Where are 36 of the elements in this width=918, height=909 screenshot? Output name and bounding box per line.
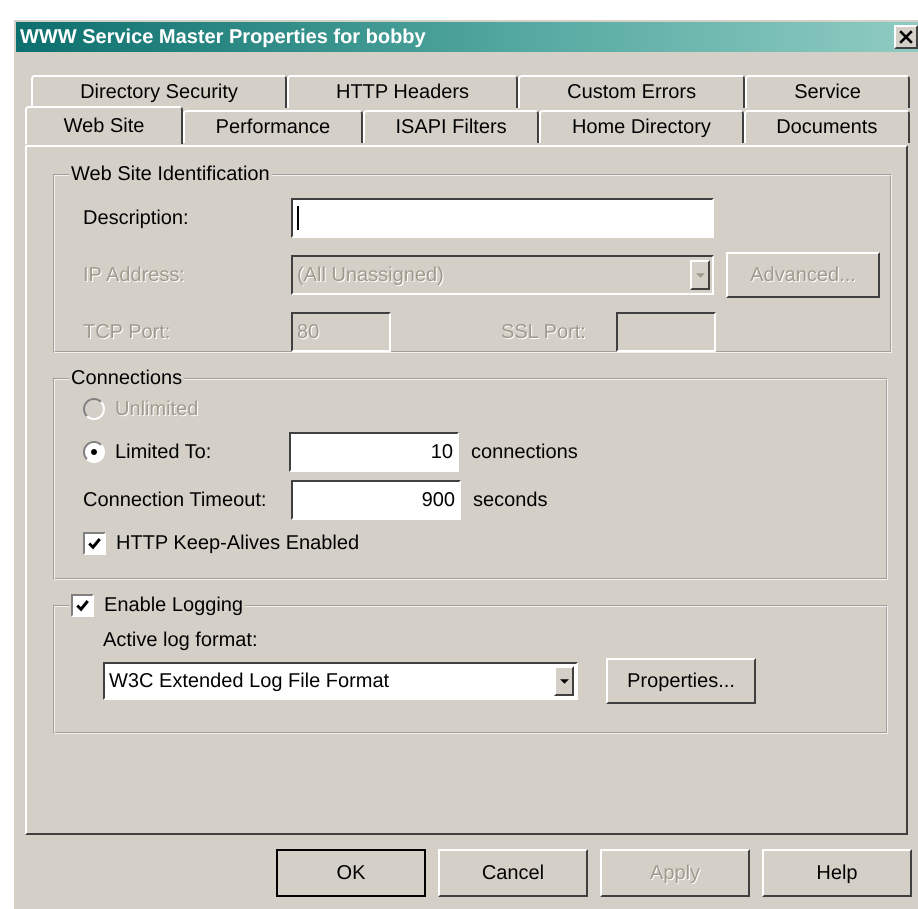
tab[interactable]: Web Site (25, 106, 183, 144)
group-title: Connections (70, 367, 184, 390)
timeout-field[interactable]: 900 (291, 480, 461, 520)
dropdown-arrow-icon (560, 678, 568, 684)
field-label: Active log format: (103, 629, 259, 652)
dialog-button[interactable]: OK (276, 849, 426, 897)
close-icon (899, 30, 913, 44)
keep-alive-checkbox[interactable]: HTTP Keep-Alives Enabled (83, 532, 360, 554)
field-label: Description: (83, 206, 190, 230)
tab[interactable]: Performance (183, 110, 363, 143)
field-label: IP Address: (83, 264, 186, 286)
log-format-dropdown[interactable]: W3C Extended Log File Format (103, 662, 578, 700)
dialog-button[interactable]: Help (762, 849, 912, 897)
tab[interactable]: Home Directory (539, 110, 744, 143)
description-field[interactable] (291, 198, 714, 238)
enable-logging-checkbox[interactable]: Enable Logging (71, 594, 244, 617)
properties-button[interactable]: Properties... (606, 658, 756, 704)
field-label: Connection Timeout: (83, 488, 268, 512)
group-title: Web Site Identification (70, 163, 271, 186)
tab[interactable]: HTTP Headers (286, 75, 518, 108)
tab[interactable]: Custom Errors (518, 75, 746, 108)
field-label: TCP Port: (83, 320, 172, 344)
unit-label: connections (471, 440, 578, 464)
dropdown-arrow-icon (696, 272, 704, 278)
tab[interactable]: ISAPI Filters (362, 110, 540, 143)
window-title: WWW Service Master Properties for bobby (19, 26, 426, 48)
tab[interactable]: Directory Security (31, 75, 287, 108)
tab[interactable]: Service (745, 75, 910, 108)
field-label: SSL Port: (501, 320, 587, 344)
close-button[interactable] (894, 25, 918, 49)
unit-label: seconds (473, 488, 548, 512)
radio-option[interactable]: Limited To: (83, 440, 289, 464)
dialog-button[interactable]: Cancel (438, 849, 588, 897)
ssl-port-field[interactable] (616, 312, 716, 352)
connection-limit-field[interactable]: 10 (289, 432, 459, 472)
tab[interactable]: Documents (744, 110, 910, 143)
